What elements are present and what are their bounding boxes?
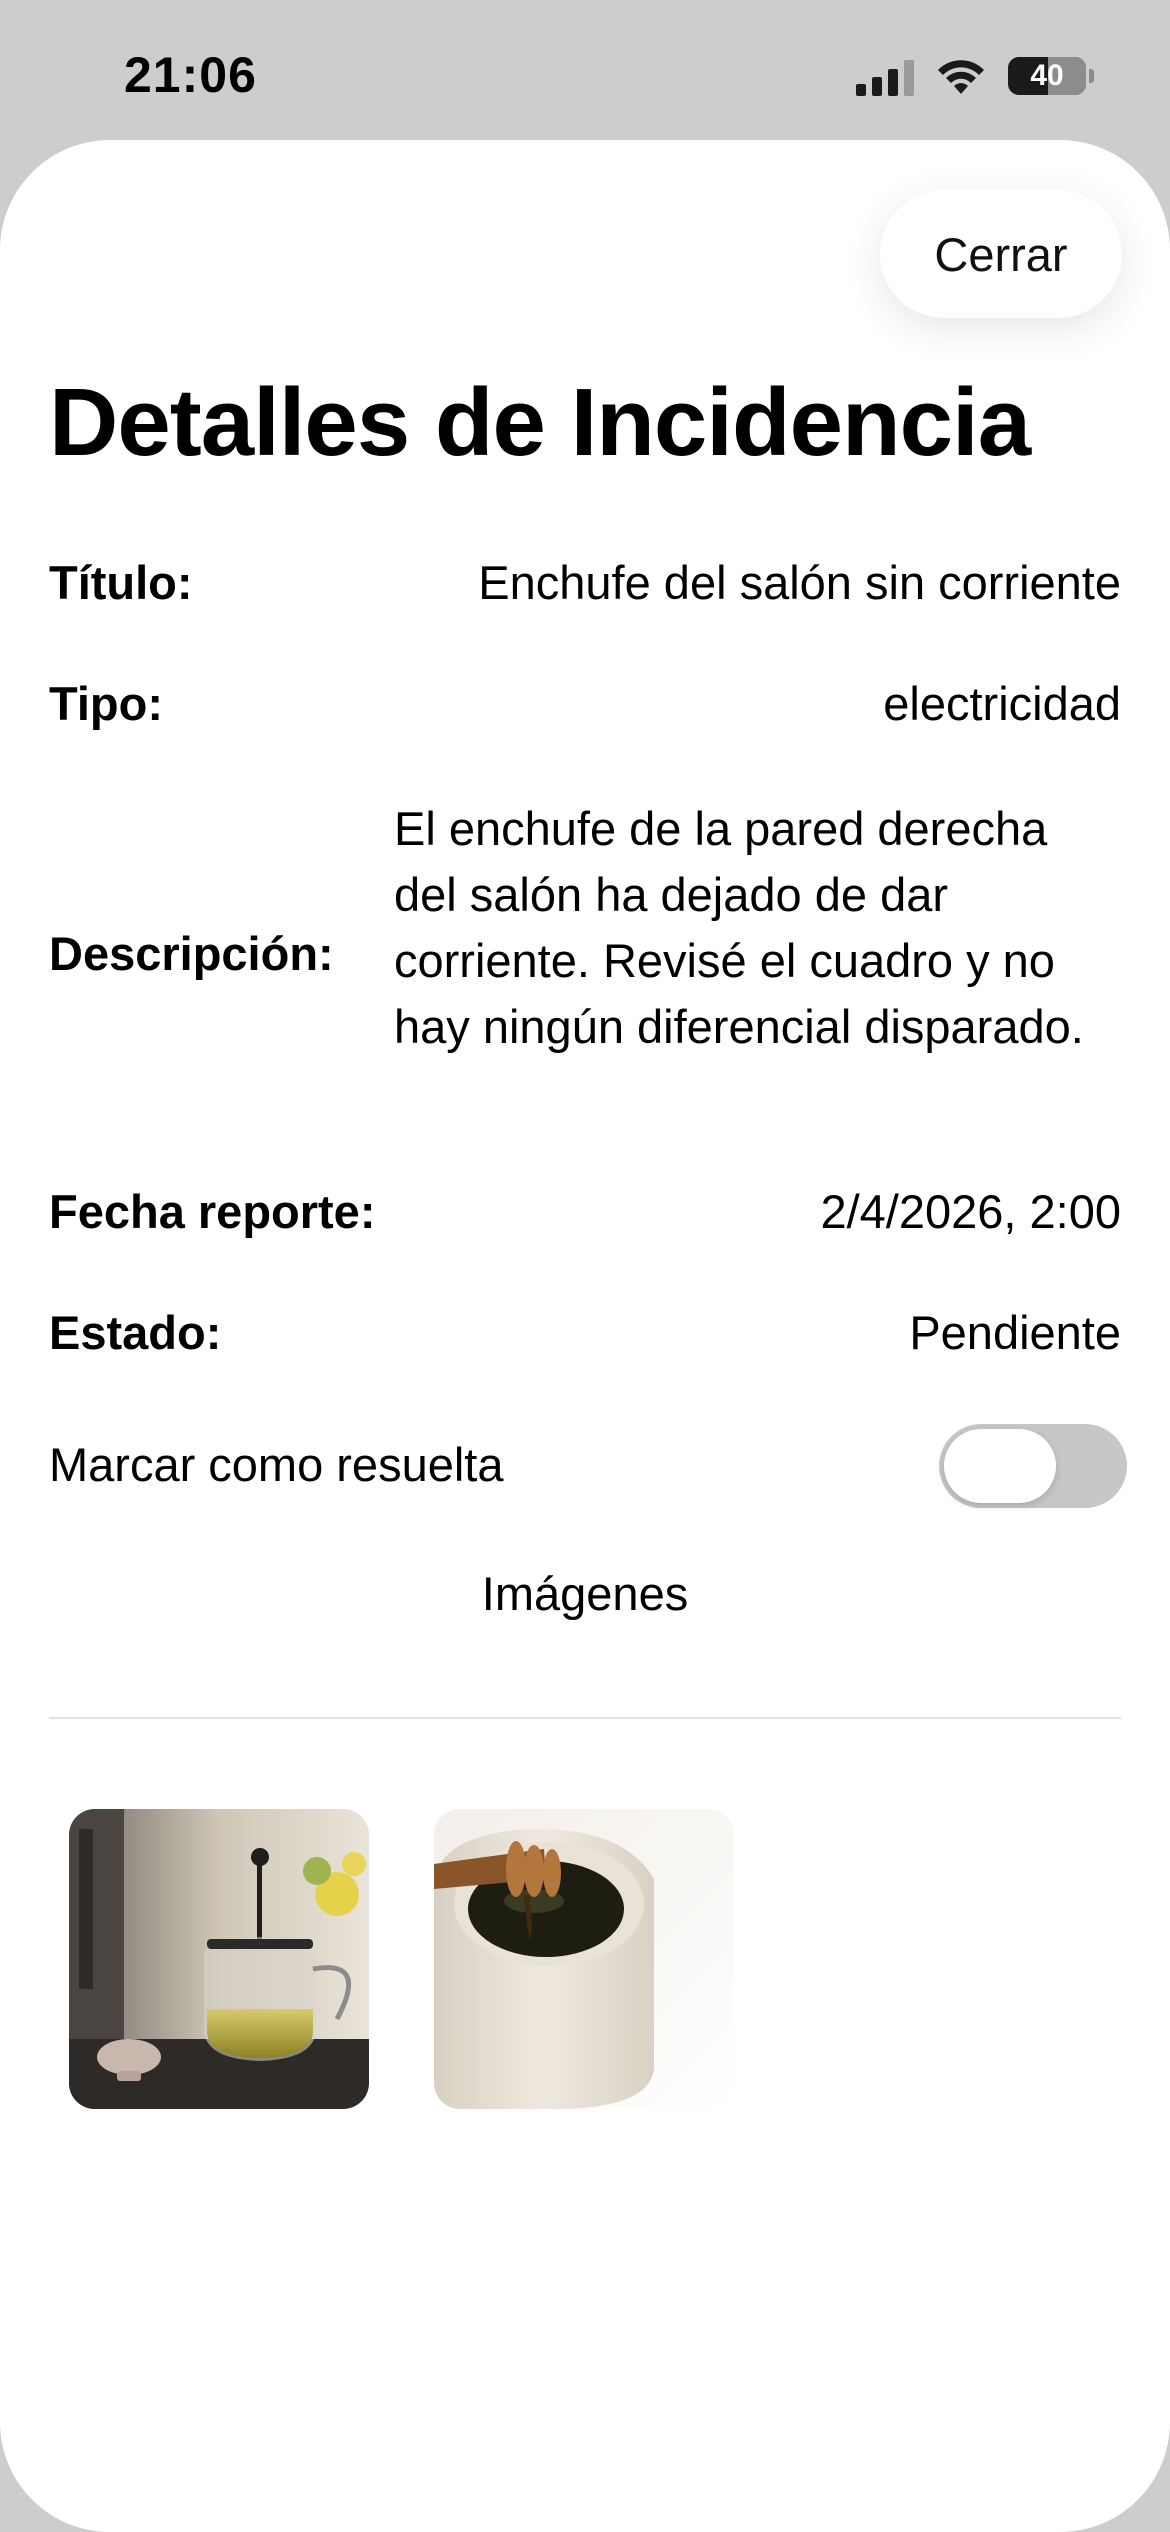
- status-time: 21:06: [124, 47, 257, 103]
- resolve-toggle-row: Marcar como resuelta: [49, 1420, 1127, 1510]
- image-thumbnail-honey[interactable]: [434, 1809, 734, 2109]
- toggle-knob: [944, 1429, 1056, 1503]
- battery-icon: 40: [1008, 57, 1086, 95]
- date-label: Fecha reporte:: [49, 1185, 376, 1238]
- detail-row-state: Estado: Pendiente: [49, 1305, 1121, 1365]
- description-value: El enchufe de la pared derecha del salón…: [394, 802, 1084, 1053]
- teapot-photo-icon: [69, 1809, 369, 2109]
- divider: [49, 1717, 1121, 1719]
- description-label: Descripción:: [49, 927, 334, 980]
- cellular-signal-icon: [856, 60, 914, 96]
- type-value: electricidad: [883, 677, 1121, 730]
- battery-nub: [1089, 69, 1094, 83]
- images-heading: Imágenes: [481, 1567, 689, 1620]
- image-thumbnail-teapot[interactable]: [69, 1809, 369, 2109]
- honey-jar-photo-icon: [434, 1809, 734, 2109]
- date-value: 2/4/2026, 2:00: [820, 1185, 1121, 1238]
- battery-level: 40: [1030, 59, 1064, 92]
- detail-row-type: Tipo: electricidad: [49, 676, 1121, 736]
- page-title: Detalles de Incidencia: [49, 369, 1031, 476]
- detail-row-date: Fecha reporte: 2/4/2026, 2:00: [49, 1184, 1121, 1244]
- type-label: Tipo:: [49, 677, 163, 730]
- title-label: Título:: [49, 556, 193, 609]
- wifi-icon: [938, 60, 984, 94]
- status-bar: 21:06 40: [0, 0, 1170, 140]
- resolve-toggle-switch[interactable]: [939, 1424, 1127, 1508]
- state-label: Estado:: [49, 1306, 222, 1359]
- resolve-toggle-label: Marcar como resuelta: [49, 1438, 504, 1491]
- title-value: Enchufe del salón sin corriente: [478, 556, 1121, 609]
- detail-row-description: Descripción: El enchufe de la pared dere…: [49, 796, 1121, 1126]
- detail-row-title: Título: Enchufe del salón sin corriente: [49, 555, 1121, 615]
- close-button[interactable]: Cerrar: [880, 190, 1122, 318]
- state-value: Pendiente: [909, 1306, 1121, 1359]
